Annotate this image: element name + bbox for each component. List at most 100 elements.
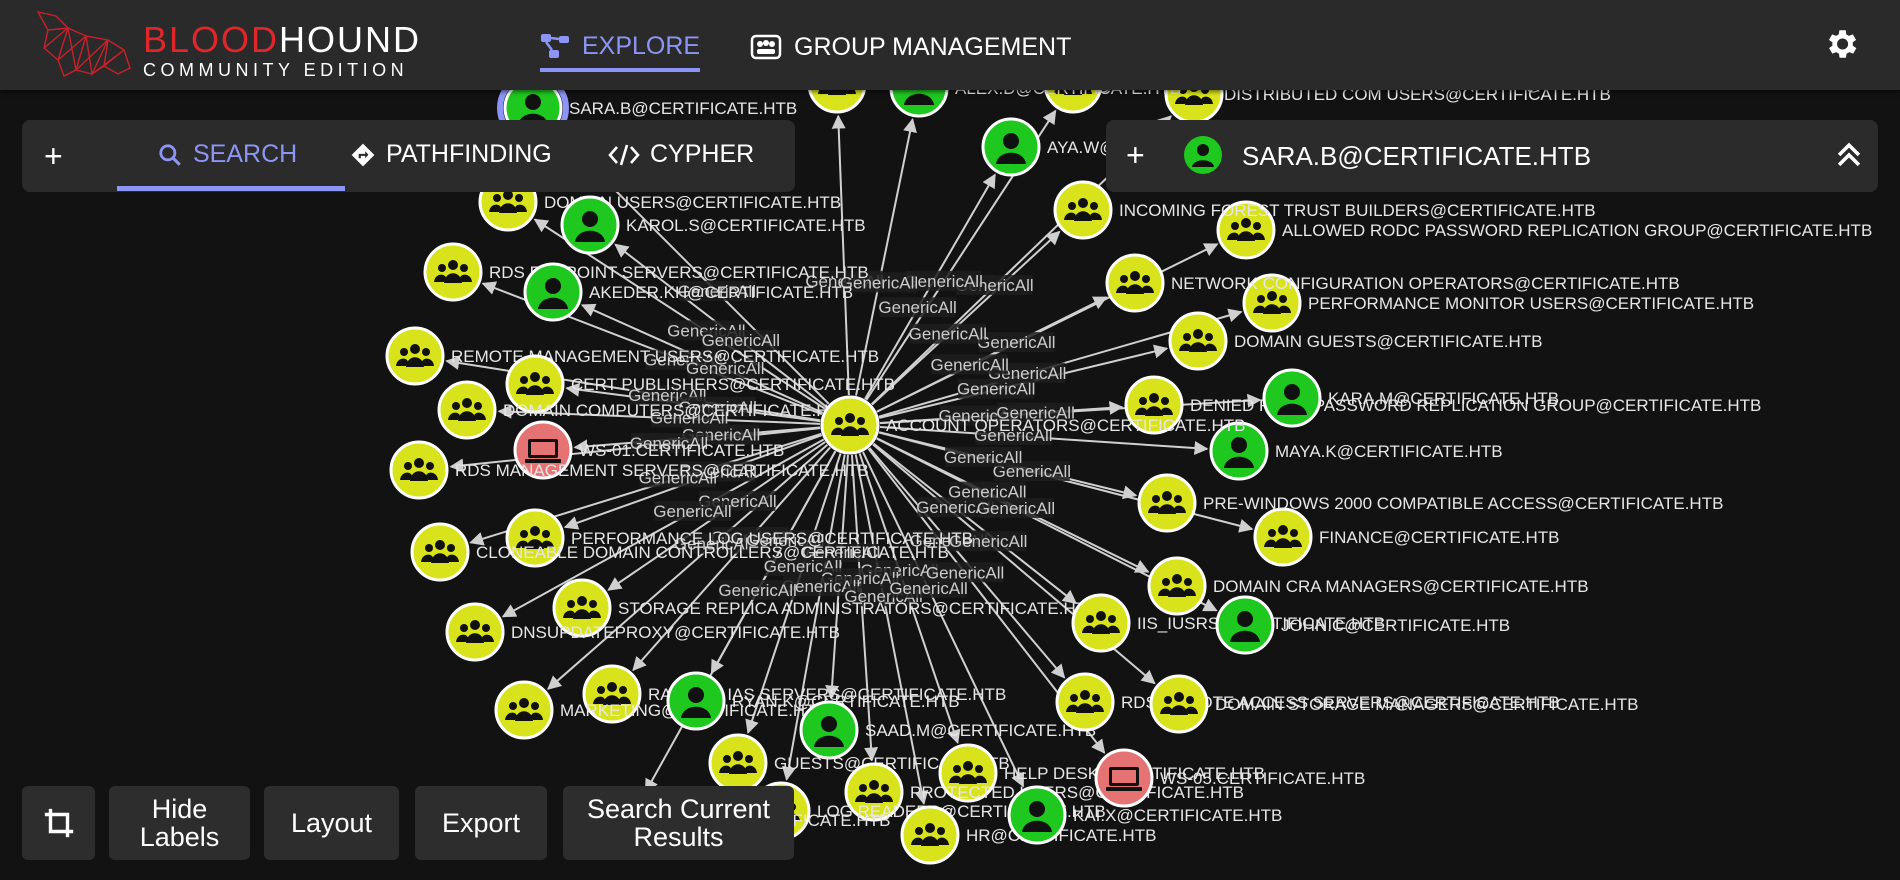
tab-pathfinding-label: PATHFINDING xyxy=(386,140,552,168)
brand-hound: HOUND xyxy=(279,19,422,60)
graph-node[interactable] xyxy=(900,805,960,865)
node-circle xyxy=(708,733,768,793)
graph-node-label: KAROL.S@CERTIFICATE.HTB xyxy=(626,216,866,235)
graph-node[interactable] xyxy=(1094,748,1154,808)
add-tab-icon[interactable]: + xyxy=(44,138,63,175)
graph-node[interactable] xyxy=(423,242,483,302)
crop-button[interactable] xyxy=(22,786,95,860)
graph-node-label: INCOMING FOREST TRUST BUILDERS@CERTIFICA… xyxy=(1119,201,1596,220)
graph-node[interactable] xyxy=(666,671,726,731)
brand-blood: BLOOD xyxy=(143,19,280,60)
graph-node[interactable] xyxy=(1168,311,1228,371)
graph-node-label: DOMAIN GUESTS@CERTIFICATE.HTB xyxy=(1234,332,1542,351)
graph-node[interactable] xyxy=(1147,556,1207,616)
expand-plus-icon[interactable]: + xyxy=(1126,137,1145,174)
center-node-label: ACCOUNT OPERATORS@CERTIFICATE.HTB xyxy=(886,416,1246,435)
graph-node[interactable] xyxy=(437,380,497,440)
edge-label: GenericAll xyxy=(977,333,1055,352)
graph-node-label: DNSUPDATEPROXY@CERTIFICATE.HTB xyxy=(511,623,840,642)
node-circle xyxy=(494,680,554,740)
graph-node[interactable] xyxy=(1215,595,1275,655)
edge-label: GenericAll xyxy=(930,355,1008,374)
hide-labels-label: Hide Labels xyxy=(139,794,220,852)
graph-node[interactable] xyxy=(708,733,768,793)
graph-nodes: DOMAIN USERS@CERTIFICATE.HTBKAROL.S@CERT… xyxy=(385,90,1872,865)
graph-node[interactable] xyxy=(523,262,583,322)
graph-node-label: PERFORMANCE MONITOR USERS@CERTIFICATE.HT… xyxy=(1308,294,1754,313)
graph-node[interactable] xyxy=(799,700,859,760)
graph-node-label: DOMAIN STORAGE MANAGERS@CERTIFICATE.HTB xyxy=(1215,695,1638,714)
graph-node-label: CLONEABLE DOMAIN CONTROLLERS@CERTIFICATE… xyxy=(476,543,949,562)
edge-label: GenericAll xyxy=(653,502,731,521)
edge-label: GenericAll xyxy=(878,298,956,317)
node-circle xyxy=(423,242,483,302)
graph-node-label: FINANCE@CERTIFICATE.HTB xyxy=(1319,528,1559,547)
gear-icon[interactable] xyxy=(1822,25,1860,63)
graph-node[interactable] xyxy=(445,602,505,662)
graph-node[interactable] xyxy=(889,90,949,118)
graph-node[interactable] xyxy=(1105,253,1165,313)
graph-node[interactable] xyxy=(808,90,866,114)
graph-node[interactable] xyxy=(1053,180,1113,240)
tab-cypher[interactable]: CYPHER xyxy=(608,140,754,169)
nav-explore-label: EXPLORE xyxy=(582,31,701,60)
node-circle xyxy=(820,395,880,455)
top-navigation-bar: BLOODHOUND COMMUNITY EDITION EXPLORE GRO… xyxy=(0,0,1900,90)
directions-icon xyxy=(351,143,375,166)
hide-labels-button[interactable]: Hide Labels xyxy=(109,786,250,860)
tab-pathfinding[interactable]: PATHFINDING xyxy=(350,140,552,169)
nav-group-label: GROUP MANAGEMENT xyxy=(794,32,1072,61)
graph-node-label: PRE-WINDOWS 2000 COMPATIBLE ACCESS@CERTI… xyxy=(1203,494,1723,513)
graph-node[interactable] xyxy=(494,680,554,740)
graph-node[interactable] xyxy=(560,195,620,255)
graph-node-label: ALLOWED RODC PASSWORD REPLICATION GROUP@… xyxy=(1282,221,1872,240)
node-circle xyxy=(445,602,505,662)
computer-icon xyxy=(1106,767,1142,791)
edge-label: GenericAll xyxy=(909,325,987,344)
graph-node[interactable] xyxy=(389,440,449,500)
node-circle xyxy=(1137,473,1197,533)
graph-node[interactable] xyxy=(1055,672,1115,732)
node-circle xyxy=(1253,507,1313,567)
tab-search-label: SEARCH xyxy=(193,140,298,168)
tab-cypher-label: CYPHER xyxy=(650,140,755,168)
layout-button[interactable]: Layout xyxy=(264,786,399,860)
edge-label: GenericAll xyxy=(718,581,796,600)
center-node[interactable] xyxy=(820,395,880,455)
layout-label: Layout xyxy=(290,808,373,838)
graph-node[interactable] xyxy=(981,117,1041,177)
edge-label: GenericAll xyxy=(944,448,1022,467)
graph-node[interactable] xyxy=(410,522,470,582)
graph-node-label: KAI.X@CERTIFICATE.HTB xyxy=(1073,806,1282,825)
node-circle xyxy=(900,805,960,865)
graph-node[interactable] xyxy=(1149,674,1209,734)
graph-canvas[interactable]: GenericAll GenericAll GenericAll GenericAll… xyxy=(0,90,1900,880)
search-current-results-label: Search Current Results xyxy=(586,794,771,852)
collapse-chevron-icon[interactable] xyxy=(1832,138,1866,172)
graph-node-label: ALEX.D@CERTIFICATE.HTB xyxy=(955,90,1181,98)
code-icon xyxy=(608,144,640,165)
nav-explore[interactable]: EXPLORE xyxy=(540,24,701,72)
graph-node[interactable] xyxy=(1137,473,1197,533)
graph-node-label: NETWORK CONFIGURATION OPERATORS@CERTIFIC… xyxy=(1171,274,1680,293)
graph-node-label: SARA.B@CERTIFICATE.HTB xyxy=(569,99,797,118)
selected-node-panel: + SARA.B@CERTIFICATE.HTB xyxy=(1106,120,1878,192)
node-circle xyxy=(1053,180,1113,240)
export-button[interactable]: Export xyxy=(415,786,547,860)
node-circle xyxy=(437,380,497,440)
edge-label: GenericAll xyxy=(948,483,1026,502)
explore-graph-icon xyxy=(541,34,569,58)
search-current-results-button[interactable]: Search Current Results xyxy=(563,786,794,860)
tab-search[interactable]: SEARCH xyxy=(157,140,297,169)
crop-icon xyxy=(44,808,73,838)
graph-node-label: DOMAIN COMPUTERS@CERTIFICATE.HTB xyxy=(503,401,850,420)
graph-node[interactable] xyxy=(385,326,445,386)
graph-node[interactable] xyxy=(1071,593,1131,653)
graph-node[interactable] xyxy=(1253,507,1313,567)
brand-name: BLOODHOUND COMMUNITY EDITION xyxy=(143,22,421,81)
graph-node-label: CERT PUBLISHERS@CERTIFICATE.HTB xyxy=(571,375,895,394)
graph-node[interactable] xyxy=(1007,785,1067,845)
graph-svg[interactable]: GenericAllGenericAllGenericAllGenericAll… xyxy=(0,90,1900,880)
graph-node[interactable] xyxy=(1262,368,1322,428)
nav-group-management[interactable]: GROUP MANAGEMENT xyxy=(750,24,1071,70)
